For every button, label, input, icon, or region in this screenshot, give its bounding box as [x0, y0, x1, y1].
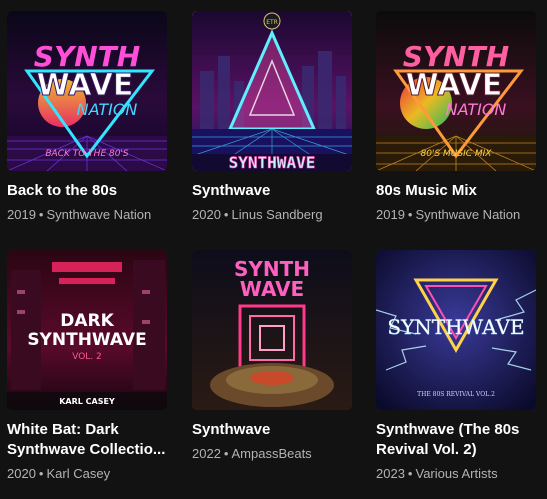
album-cover[interactable]: DARK SYNTHWAVE VOL. 2 KARL CASEY — [7, 250, 167, 410]
svg-text:KARL CASEY: KARL CASEY — [59, 397, 115, 406]
svg-text:VOL. 2: VOL. 2 — [72, 352, 102, 362]
album-subtitle: 2020 • Linus Sandberg — [192, 206, 354, 223]
svg-text:THE 80S REVIVAL VOL.2: THE 80S REVIVAL VOL.2 — [417, 391, 495, 398]
cover-art-80s-revival: SYNTHWAVE THE 80S REVIVAL VOL.2 — [376, 250, 536, 410]
album-artist[interactable]: Linus Sandberg — [231, 207, 322, 222]
svg-text:NATION: NATION — [77, 100, 138, 119]
svg-text:WAVE: WAVE — [240, 277, 304, 301]
album-subtitle: 2023 • Various Artists — [376, 465, 538, 482]
album-year: 2022 — [192, 446, 221, 461]
album-title[interactable]: Back to the 80s — [7, 181, 169, 201]
svg-text:BACK TO THE 80'S: BACK TO THE 80'S — [45, 149, 129, 159]
album-card[interactable]: SYNTH WAVE NATION 80'S MUSIC MIX 80s Mus… — [376, 11, 538, 223]
album-cover[interactable]: SYNTHWAVE THE 80S REVIVAL VOL.2 — [376, 250, 536, 410]
svg-text:ETR: ETR — [266, 19, 278, 26]
album-year: 2023 — [376, 466, 405, 481]
separator: • — [223, 446, 229, 461]
album-title[interactable]: Synthwave — [192, 420, 354, 440]
album-artist[interactable]: AmpassBeats — [231, 446, 311, 461]
album-subtitle: 2019 • Synthwave Nation — [7, 206, 169, 223]
svg-text:SYNTHWAVE: SYNTHWAVE — [27, 330, 146, 350]
svg-text:SYNTHWAVE: SYNTHWAVE — [229, 153, 316, 171]
album-grid: SYNTH WAVE NATION BACK TO THE 80'S Back … — [0, 0, 547, 499]
cover-art-80s-music-mix: SYNTH WAVE NATION 80'S MUSIC MIX — [376, 11, 536, 171]
album-card[interactable]: SYNTHWAVE ETR Synthwave 2020 • Linus Sandb… — [192, 11, 354, 223]
album-year: 2020 — [7, 466, 36, 481]
separator: • — [407, 466, 413, 481]
album-artist[interactable]: Synthwave Nation — [415, 207, 520, 222]
album-card[interactable]: DARK SYNTHWAVE VOL. 2 KARL CASEY White B… — [7, 250, 169, 482]
album-year: 2019 — [376, 207, 405, 222]
svg-text:DARK: DARK — [60, 311, 114, 331]
cover-art-synthwave-ampass: SYNTH WAVE — [192, 250, 352, 410]
album-year: 2020 — [192, 207, 221, 222]
svg-text:80'S MUSIC MIX: 80'S MUSIC MIX — [421, 149, 493, 159]
album-cover[interactable]: SYNTH WAVE — [192, 250, 352, 410]
cover-art-synthwave-linus: SYNTHWAVE ETR — [192, 11, 352, 171]
separator: • — [38, 207, 44, 222]
svg-text:WAVE: WAVE — [37, 68, 134, 103]
album-card[interactable]: SYNTH WAVE NATION BACK TO THE 80'S Back … — [7, 11, 169, 223]
album-title[interactable]: 80s Music Mix — [376, 181, 538, 201]
album-year: 2019 — [7, 207, 36, 222]
svg-text:WAVE: WAVE — [406, 68, 503, 103]
album-cover[interactable]: SYNTH WAVE NATION 80'S MUSIC MIX — [376, 11, 536, 171]
album-title[interactable]: Synthwave — [192, 181, 354, 201]
album-card[interactable]: SYNTHWAVE THE 80S REVIVAL VOL.2 Synthwav… — [376, 250, 538, 482]
album-cover[interactable]: SYNTHWAVE ETR — [192, 11, 352, 171]
album-subtitle: 2020 • Karl Casey — [7, 465, 169, 482]
album-card[interactable]: SYNTH WAVE Synthwave 2022 • AmpassBeats — [192, 250, 354, 462]
separator: • — [407, 207, 413, 222]
svg-text:SYNTHWAVE: SYNTHWAVE — [387, 315, 524, 339]
album-title[interactable]: White Bat: Dark Synthwave Collectio... — [7, 420, 169, 460]
cover-art-back-to-80s: SYNTH WAVE NATION BACK TO THE 80'S — [7, 11, 167, 171]
album-cover[interactable]: SYNTH WAVE NATION BACK TO THE 80'S — [7, 11, 167, 171]
album-subtitle: 2022 • AmpassBeats — [192, 445, 354, 462]
separator: • — [223, 207, 229, 222]
svg-text:NATION: NATION — [446, 100, 507, 119]
album-title[interactable]: Synthwave (The 80s Revival Vol. 2) — [376, 420, 538, 460]
cover-art-dark-synthwave: DARK SYNTHWAVE VOL. 2 KARL CASEY — [7, 250, 167, 410]
album-subtitle: 2019 • Synthwave Nation — [376, 206, 538, 223]
album-artist[interactable]: Various Artists — [415, 466, 497, 481]
separator: • — [38, 466, 44, 481]
album-artist[interactable]: Karl Casey — [46, 466, 110, 481]
album-artist[interactable]: Synthwave Nation — [46, 207, 151, 222]
